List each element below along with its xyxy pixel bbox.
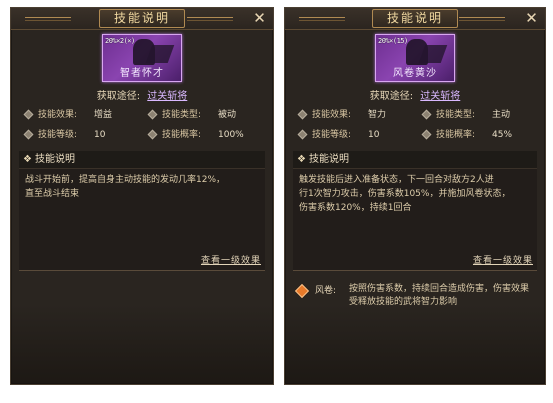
prop-level: 技能等级: 10	[297, 127, 419, 143]
skill-props: 技能效果: 智力 技能类型: 主动 技能等级: 10 技能概率: 45%	[297, 107, 535, 145]
acquire-link[interactable]: 过关斩将	[147, 91, 187, 102]
diamond-bullet-icon	[147, 129, 158, 140]
skill-card-stats: 20%×(15)	[378, 37, 408, 45]
background-shade	[11, 304, 273, 384]
title-ornament-left	[25, 17, 71, 21]
view-level-one-link[interactable]: 查看一级效果	[201, 253, 261, 266]
prop-effect: 技能效果: 智力	[297, 107, 419, 123]
prop-probability: 技能概率: 45%	[421, 127, 543, 143]
desc-text: 战斗开始前，提高自身主动技能的发动几率12%， 直至战斗结束	[25, 175, 226, 199]
bullet-flower-icon: ❖	[297, 154, 306, 165]
prop-type: 技能类型: 被动	[147, 107, 269, 123]
acquire-label: 获取途径:	[369, 91, 414, 102]
prop-probability: 技能概率: 100%	[147, 127, 269, 143]
skill-panel-right: 技能说明 ✕ 20%×(15) 风卷黄沙 获取途径: 过关斩将 技能效果: 智力 …	[284, 7, 546, 385]
view-level-one-link[interactable]: 查看一级效果	[473, 253, 533, 266]
panel-title: 技能说明	[372, 9, 458, 28]
skill-card[interactable]: 20%×(15) 风卷黄沙	[375, 34, 455, 82]
bullet-flower-icon: ❖	[23, 154, 32, 165]
desc-text: 触发技能后进入准备状态，下一回合对敌方2人进 行1次智力攻击，伤害系数105%，…	[299, 175, 511, 213]
skill-card-stats: 20%×2(×)	[105, 37, 135, 45]
diamond-bullet-icon	[421, 109, 432, 120]
background-shade	[285, 304, 545, 384]
skill-art-cape-icon	[418, 45, 448, 63]
panel-title: 技能说明	[99, 9, 185, 28]
diamond-bullet-icon	[421, 129, 432, 140]
desc-header: ❖ 技能说明	[293, 151, 537, 169]
title-bar: 技能说明 ✕	[11, 8, 273, 30]
diamond-bullet-icon	[297, 109, 308, 120]
acquire-label: 获取途径:	[96, 91, 141, 102]
title-bar: 技能说明 ✕	[285, 8, 545, 30]
diamond-bullet-icon	[297, 129, 308, 140]
acquire-row: 获取途径: 过关斩将	[285, 87, 545, 102]
acquire-link[interactable]: 过关斩将	[420, 91, 460, 102]
desc-header: ❖ 技能说明	[19, 151, 265, 169]
prop-level: 技能等级: 10	[23, 127, 145, 143]
divider	[293, 270, 537, 271]
diamond-bullet-icon	[23, 109, 34, 120]
prop-effect: 技能效果: 增益	[23, 107, 145, 123]
diamond-bullet-icon	[23, 129, 34, 140]
close-button[interactable]: ✕	[523, 10, 540, 27]
close-button[interactable]: ✕	[251, 10, 268, 27]
diamond-bullet-icon	[147, 109, 158, 120]
skill-art-cape-icon	[145, 45, 175, 63]
title-ornament-left	[299, 17, 345, 21]
skill-panel-left: 技能说明 ✕ 20%×2(×) 智者怀才 获取途径: 过关斩将 技能效果: 增益 …	[10, 7, 274, 385]
skill-card[interactable]: 20%×2(×) 智者怀才	[102, 34, 182, 82]
skill-card-name: 风卷黄沙	[393, 68, 437, 79]
skill-props: 技能效果: 增益 技能类型: 被动 技能等级: 10 技能概率: 100%	[23, 107, 263, 145]
skill-card-name: 智者怀才	[120, 68, 164, 79]
status-diamond-icon	[294, 283, 310, 299]
prop-type: 技能类型: 主动	[421, 107, 543, 123]
title-ornament-right	[187, 17, 233, 21]
title-ornament-right	[459, 17, 505, 21]
acquire-row: 获取途径: 过关斩将	[11, 87, 273, 102]
footnote-label: 风卷:	[315, 286, 337, 296]
divider	[19, 270, 265, 271]
